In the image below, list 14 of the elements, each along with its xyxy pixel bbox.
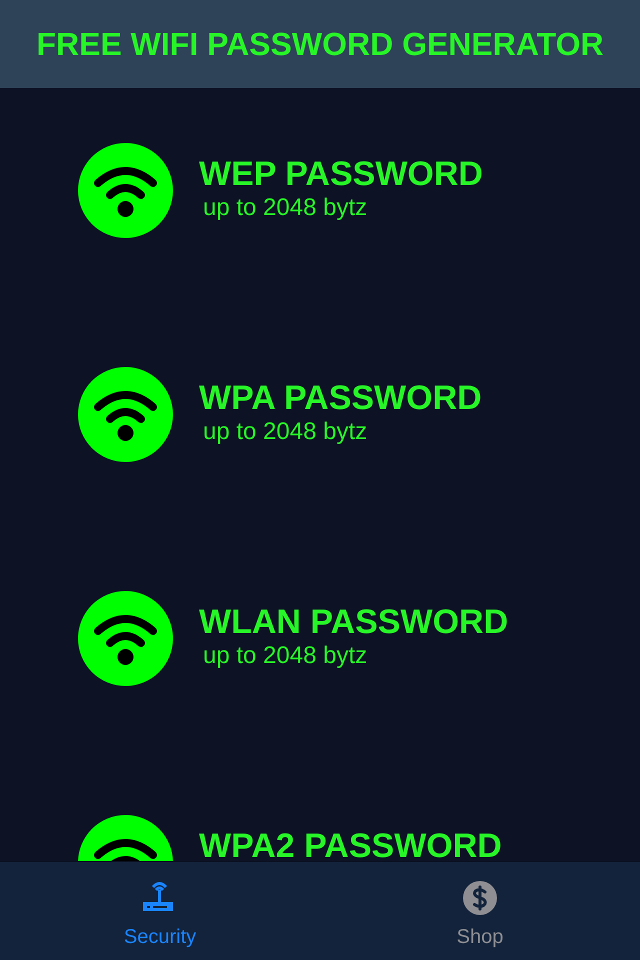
wifi-icon <box>78 367 173 462</box>
wifi-icon <box>78 591 173 686</box>
password-type-title[interactable]: WPA2 PASSWORD <box>199 827 502 861</box>
password-size-label: up to 2048 bytz <box>203 641 368 671</box>
tab-item[interactable]: Shop <box>320 862 640 960</box>
password-type-title[interactable]: WPA PASSWORD <box>199 379 482 417</box>
tab-item[interactable]: Security <box>0 862 320 960</box>
wifi-icon <box>78 143 173 238</box>
password-size-label: up to 2048 bytz <box>203 417 368 447</box>
app-title: FREE WIFI PASSWORD GENERATOR <box>36 26 604 62</box>
password-type-title[interactable]: WEP PASSWORD <box>199 155 483 193</box>
dollar-icon <box>460 878 500 918</box>
password-type-title[interactable]: WLAN PASSWORD <box>199 603 508 641</box>
password-size-label: up to 2048 bytz <box>203 193 368 223</box>
